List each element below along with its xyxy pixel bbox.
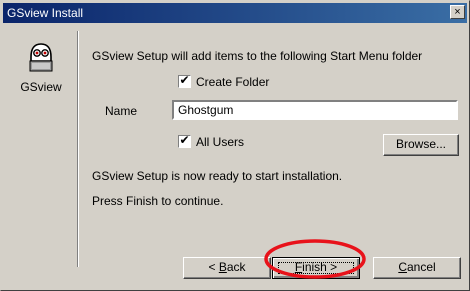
cancel-button-label: Cancel — [398, 260, 436, 274]
close-button[interactable]: × — [450, 5, 465, 19]
sidebar: GSview — [11, 41, 71, 94]
all-users-label[interactable]: All Users — [196, 135, 244, 149]
intro-text: GSview Setup will add items to the follo… — [92, 49, 423, 63]
window-title: GSview Install — [7, 6, 84, 20]
browse-button-label: Browse... — [395, 137, 446, 151]
folder-name-input[interactable] — [172, 100, 458, 120]
gsview-ghost-icon — [29, 43, 53, 72]
press-finish-text: Press Finish to continue. — [92, 194, 224, 208]
install-dialog: GSview Install × GSview GSview Setup wil… — [0, 0, 470, 291]
finish-button[interactable]: Finish > — [272, 257, 360, 279]
cancel-button[interactable]: Cancel — [373, 257, 461, 279]
ready-text: GSview Setup is now ready to start insta… — [92, 169, 343, 183]
finish-button-label: Finish > — [294, 260, 338, 274]
vertical-divider — [77, 31, 79, 267]
checkmark-icon: ✔ — [179, 73, 190, 87]
checkmark-icon: ✔ — [179, 133, 190, 147]
create-folder-label[interactable]: Create Folder — [196, 75, 269, 89]
create-folder-checkbox[interactable]: ✔ — [178, 73, 191, 88]
sidebar-app-name: GSview — [20, 80, 62, 94]
name-label: Name — [105, 104, 138, 118]
back-button-label: < Back — [208, 260, 246, 274]
browse-button[interactable]: Browse... — [383, 134, 459, 156]
title-bar[interactable]: GSview Install × — [3, 3, 467, 23]
close-icon: × — [454, 6, 461, 18]
back-button[interactable]: < Back — [183, 257, 271, 279]
all-users-checkbox[interactable]: ✔ — [178, 133, 191, 148]
